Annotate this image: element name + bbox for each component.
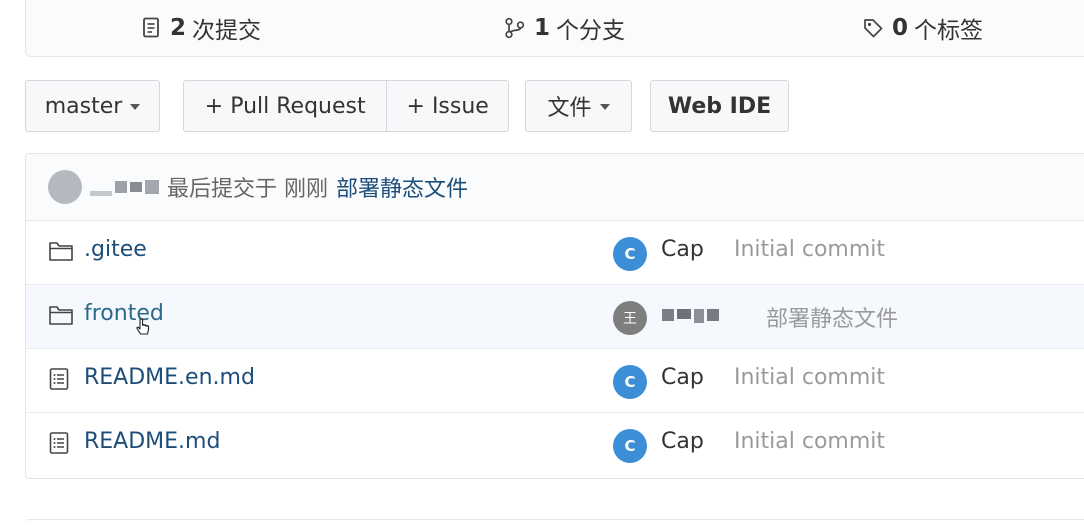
author-name-redacted [662,309,719,323]
web-ide-button[interactable]: Web IDE [650,80,789,132]
branch-select[interactable]: master [25,80,160,132]
branch-icon [505,17,525,39]
commit-message[interactable]: Initial commit [734,365,885,390]
commit-message[interactable]: Initial commit [734,237,885,262]
caret-down-icon [599,104,610,110]
file-text-icon [49,368,69,390]
pull-request-button[interactable]: + Pull Request [184,81,386,131]
repo-stats-bar: 2 次提交 1 个分支 0 个标签 [25,0,1084,57]
commit-message[interactable]: 部署静态文件 [766,301,898,333]
commit-author[interactable]: Cap [661,365,704,390]
commit-author[interactable]: Cap [661,237,704,262]
commit-list-icon [143,17,159,38]
create-button-group: + Pull Request + Issue [183,80,509,132]
file-list: 最后提交于 刚刚 部署静态文件 .gitee C Cap Initial com… [25,153,1084,479]
file-name-link[interactable]: README.md [84,429,220,454]
latest-commit-bar: 最后提交于 刚刚 部署静态文件 [26,154,1084,221]
author-name-redacted [90,179,159,196]
tags-count: 0 [892,15,909,41]
caret-down-icon [130,104,141,110]
table-row: .gitee C Cap Initial commit [26,221,1084,285]
avatar [48,170,82,204]
branches-label: 个分支 [556,18,626,44]
next-panel-edge [25,519,1084,530]
commits-label: 次提交 [192,18,262,44]
table-row: README.md C Cap Initial commit [26,413,1084,477]
avatar[interactable]: C [613,365,647,399]
hand-cursor-icon [136,318,150,335]
table-row: fronted 王 部署静态文件 [26,285,1084,349]
avatar[interactable]: C [613,237,647,271]
file-name-link[interactable]: README.en.md [84,365,255,390]
commits-count: 2 [170,15,187,41]
avatar[interactable]: C [613,429,647,463]
branches-count: 1 [534,15,551,41]
files-menu-label: 文件 [547,96,592,121]
file-name-link[interactable]: .gitee [84,237,147,262]
tags-label: 个标签 [914,18,984,44]
commit-message[interactable]: Initial commit [734,429,885,454]
tag-icon [864,19,883,38]
file-text-icon [49,432,69,454]
table-row: README.en.md C Cap Initial commit [26,349,1084,413]
latest-commit-message[interactable]: 部署静态文件 [336,171,468,203]
branch-select-label: master [44,93,123,119]
avatar[interactable]: 王 [613,301,647,335]
files-menu-button[interactable]: 文件 [525,80,632,132]
commits-stat[interactable]: 2 次提交 [142,12,261,44]
tags-stat[interactable]: 0 个标签 [862,12,983,44]
issue-button[interactable]: + Issue [386,81,508,131]
folder-icon [49,242,73,261]
commit-author[interactable]: Cap [661,429,704,454]
branches-stat[interactable]: 1 个分支 [504,12,625,44]
latest-commit-time: 最后提交于 刚刚 [167,177,328,202]
folder-icon [49,306,73,325]
file-name-link[interactable]: fronted [84,301,164,326]
